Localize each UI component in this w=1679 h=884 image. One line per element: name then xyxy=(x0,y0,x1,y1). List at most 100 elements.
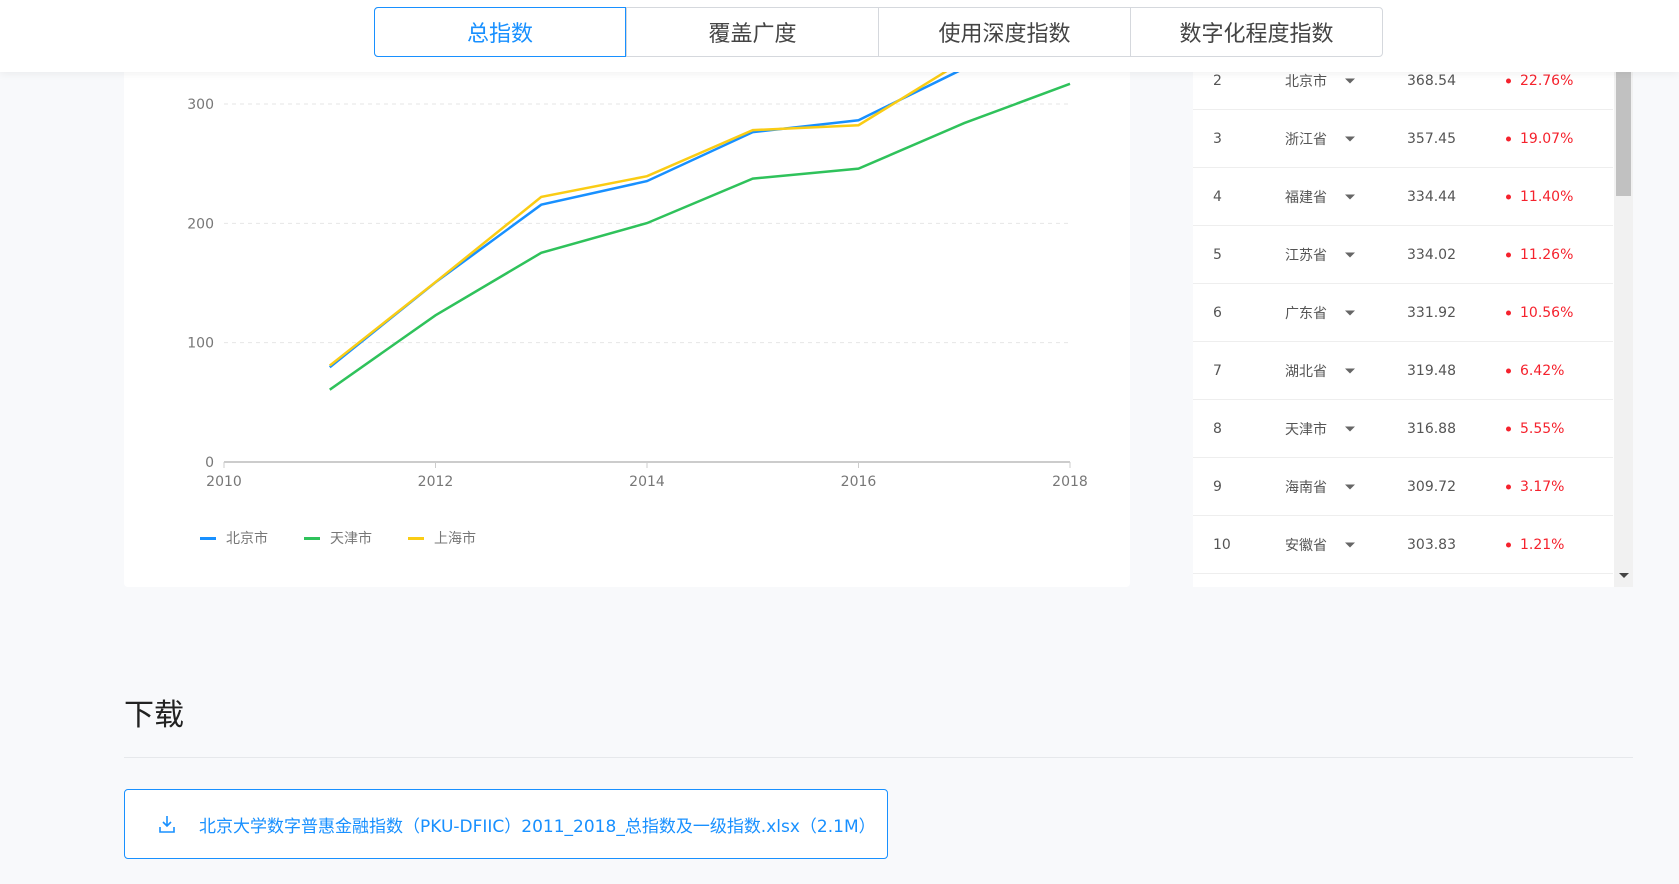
rank-number: 6 xyxy=(1213,304,1222,321)
legend-swatch xyxy=(200,536,216,540)
region-name: 广东省 xyxy=(1285,305,1327,322)
caret-down-icon[interactable] xyxy=(1345,252,1355,257)
download-icon xyxy=(159,815,175,833)
percent-value: 5.55% xyxy=(1520,420,1565,437)
status-dot-icon xyxy=(1506,484,1511,489)
index-tabs: 总指数 覆盖广度 使用深度指数 数字化程度指数 xyxy=(374,7,1383,57)
legend-item-shanghai[interactable]: 上海市 xyxy=(408,528,476,548)
caret-down-icon[interactable] xyxy=(1345,542,1355,547)
region-name: 浙江省 xyxy=(1285,131,1327,148)
index-value: 303.83 xyxy=(1407,536,1456,553)
region-name: 天津市 xyxy=(1285,421,1327,438)
rank-number: 10 xyxy=(1213,536,1231,553)
y-tick-label: 0 xyxy=(205,455,214,471)
percent-value: 3.17% xyxy=(1520,478,1565,495)
y-tick-label: 300 xyxy=(187,97,214,113)
percent-value: 22.76% xyxy=(1520,72,1574,89)
caret-down-icon[interactable] xyxy=(1345,310,1355,315)
ranking-row: 8 天津市 316.88 5.55% xyxy=(1193,400,1613,458)
ranking-row: 7 湖北省 319.48 6.42% xyxy=(1193,342,1613,400)
status-dot-icon xyxy=(1506,310,1511,315)
status-dot-icon xyxy=(1506,136,1511,141)
tab-usage-depth[interactable]: 使用深度指数 xyxy=(878,8,1130,56)
status-dot-icon xyxy=(1506,542,1511,547)
download-heading: 下载 xyxy=(124,698,184,733)
rank-number: 2 xyxy=(1213,72,1222,89)
rank-number: 3 xyxy=(1213,130,1222,147)
ranking-row: 3 浙江省 357.45 19.07% xyxy=(1193,110,1613,168)
rank-number: 8 xyxy=(1213,420,1222,437)
scroll-down-arrow-icon[interactable] xyxy=(1619,573,1629,578)
index-value: 319.48 xyxy=(1407,362,1456,379)
tab-coverage-breadth[interactable]: 覆盖广度 xyxy=(626,8,878,56)
series-line-0[interactable] xyxy=(328,21,1071,369)
percent-value: 1.21% xyxy=(1520,536,1565,553)
percent-value: 11.26% xyxy=(1520,246,1574,263)
index-value: 368.54 xyxy=(1407,72,1456,89)
line-chart: 0 100 200 300 2010 2012 2014 2016 2018 xyxy=(187,10,1088,490)
tab-total-index[interactable]: 总指数 xyxy=(374,7,626,57)
caret-down-icon[interactable] xyxy=(1345,368,1355,373)
legend-swatch xyxy=(408,536,424,540)
x-tick-label: 2012 xyxy=(418,474,454,490)
legend-item-beijing[interactable]: 北京市 xyxy=(200,528,268,548)
tab-digitization-level[interactable]: 数字化程度指数 xyxy=(1130,8,1382,56)
percent-value: 11.40% xyxy=(1520,188,1574,205)
region-name: 湖北省 xyxy=(1285,363,1327,380)
index-value: 334.44 xyxy=(1407,188,1456,205)
caret-down-icon[interactable] xyxy=(1345,136,1355,141)
chart-card: 0 100 200 300 2010 2012 2014 2016 2018 北京市 天津市 上… xyxy=(124,0,1130,587)
index-value: 309.72 xyxy=(1407,478,1456,495)
region-name: 安徽省 xyxy=(1285,537,1327,554)
region-name: 北京市 xyxy=(1285,73,1327,90)
scrollbar-thumb[interactable] xyxy=(1616,72,1631,196)
x-tick-label: 2010 xyxy=(206,474,242,490)
status-dot-icon xyxy=(1506,426,1511,431)
status-dot-icon xyxy=(1506,368,1511,373)
y-tick-label: 200 xyxy=(187,216,214,232)
caret-down-icon[interactable] xyxy=(1345,78,1355,83)
x-tick-label: 2016 xyxy=(841,474,877,490)
status-dot-icon xyxy=(1506,252,1511,257)
index-value: 357.45 xyxy=(1407,130,1456,147)
divider xyxy=(124,757,1633,758)
rank-number: 9 xyxy=(1213,478,1222,495)
index-value: 334.02 xyxy=(1407,246,1456,263)
legend-label: 天津市 xyxy=(330,531,372,547)
ranking-row: 4 福建省 334.44 11.40% xyxy=(1193,168,1613,226)
legend-swatch xyxy=(304,536,320,540)
ranking-row: 5 江苏省 334.02 11.26% xyxy=(1193,226,1613,284)
x-tick-label: 2014 xyxy=(629,474,665,490)
x-tick-label: 2018 xyxy=(1052,474,1088,490)
status-dot-icon xyxy=(1506,194,1511,199)
series-line-1[interactable] xyxy=(329,82,1071,391)
ranking-row: 6 广东省 331.92 10.56% xyxy=(1193,284,1613,342)
download-file-link[interactable]: 北京大学数字普惠金融指数（PKU-DFIIC）2011_2018_总指数及一级指… xyxy=(124,789,888,859)
ranking-row: 9 海南省 309.72 3.17% xyxy=(1193,458,1613,516)
percent-value: 6.42% xyxy=(1520,362,1565,379)
caret-down-icon[interactable] xyxy=(1345,484,1355,489)
legend-label: 北京市 xyxy=(226,531,268,547)
percent-value: 19.07% xyxy=(1520,130,1574,147)
chart-legend: 北京市 天津市 上海市 xyxy=(200,528,476,548)
legend-item-tianjin[interactable]: 天津市 xyxy=(304,528,372,548)
rank-number: 7 xyxy=(1213,362,1222,379)
download-file-label: 北京大学数字普惠金融指数（PKU-DFIIC）2011_2018_总指数及一级指… xyxy=(199,816,876,837)
region-name: 江苏省 xyxy=(1285,247,1327,264)
rank-number: 4 xyxy=(1213,188,1222,205)
caret-down-icon[interactable] xyxy=(1345,426,1355,431)
region-name: 海南省 xyxy=(1285,479,1327,496)
y-tick-label: 100 xyxy=(187,336,214,352)
legend-label: 上海市 xyxy=(434,531,476,547)
caret-down-icon[interactable] xyxy=(1345,194,1355,199)
rank-number: 5 xyxy=(1213,246,1222,263)
status-dot-icon xyxy=(1506,78,1511,83)
ranking-row: 10 安徽省 303.83 1.21% xyxy=(1193,516,1613,574)
region-name: 福建省 xyxy=(1285,189,1327,206)
top-header: 总指数 覆盖广度 使用深度指数 数字化程度指数 xyxy=(0,0,1679,72)
index-value: 316.88 xyxy=(1407,420,1456,437)
index-value: 331.92 xyxy=(1407,304,1456,321)
scrollbar[interactable] xyxy=(1614,0,1633,587)
ranking-table: 2 北京市 368.54 22.76% 3 浙江省 357.45 19.07% 4 … xyxy=(1193,0,1633,587)
percent-value: 10.56% xyxy=(1520,304,1574,321)
